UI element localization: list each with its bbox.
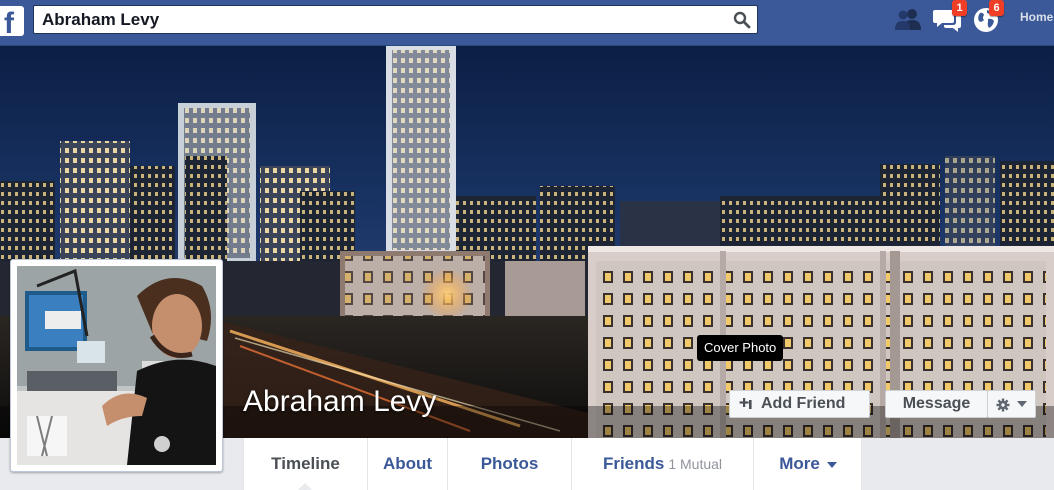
- search-input[interactable]: [42, 9, 722, 31]
- tab-friends-label: Friends: [602, 454, 665, 473]
- tab-about[interactable]: About: [368, 438, 448, 490]
- friend-requests-icon[interactable]: [893, 6, 923, 32]
- home-link[interactable]: Home: [1020, 10, 1053, 24]
- gear-icon: [996, 398, 1010, 412]
- cover-photo-tooltip: Cover Photo: [697, 335, 784, 361]
- tab-more-label: More: [779, 454, 820, 473]
- profile-name[interactable]: Abraham Levy: [243, 385, 436, 419]
- profile-tabs: Timeline About Photos Friends 1 Mutual Mo…: [243, 438, 862, 490]
- messages-count-badge: 1: [952, 0, 967, 16]
- add-friend-label: Add Friend: [761, 395, 846, 412]
- tab-about-label: About: [382, 454, 433, 473]
- facebook-logo-icon[interactable]: f: [0, 6, 24, 40]
- search-box[interactable]: [33, 5, 758, 34]
- message-button[interactable]: Message: [885, 390, 988, 418]
- chevron-down-icon: [1017, 401, 1027, 407]
- caret-down-icon: [826, 461, 837, 468]
- tab-photos-label: Photos: [480, 454, 539, 473]
- tab-timeline-label: Timeline: [271, 454, 340, 473]
- tab-friends[interactable]: Friends 1 Mutual: [572, 438, 754, 490]
- add-friend-button[interactable]: Add Friend: [729, 390, 870, 418]
- profile-photo-image: [17, 266, 216, 465]
- logo-letter: f: [4, 7, 14, 40]
- mutual-friends-count: 1 Mutual: [668, 456, 723, 472]
- tab-more[interactable]: More: [754, 438, 862, 490]
- profile-picture[interactable]: [10, 259, 223, 472]
- settings-dropdown-button[interactable]: [987, 390, 1036, 418]
- top-bar: f 1 6 Home: [0, 0, 1054, 46]
- notifications-count-badge: 6: [989, 0, 1004, 16]
- active-tab-indicator: [298, 483, 312, 490]
- tab-photos[interactable]: Photos: [448, 438, 572, 490]
- tab-timeline[interactable]: Timeline: [244, 438, 368, 490]
- search-icon[interactable]: [733, 11, 751, 29]
- add-friend-icon: [739, 398, 752, 409]
